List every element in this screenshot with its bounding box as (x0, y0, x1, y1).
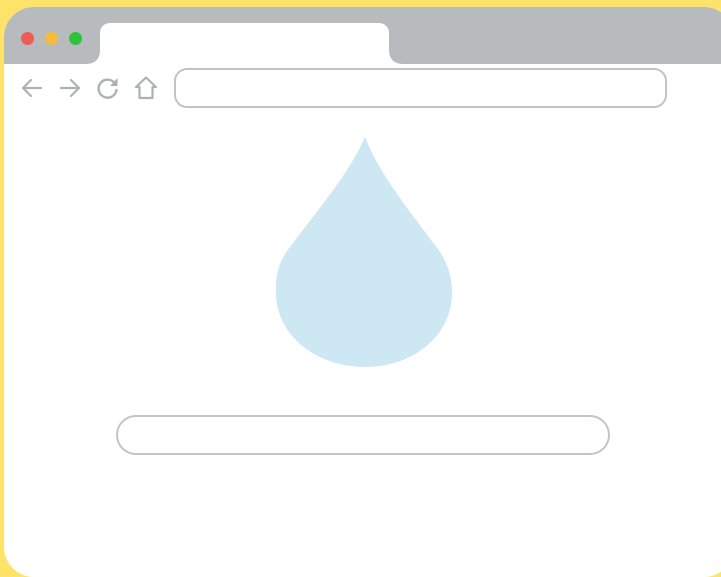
address-bar[interactable] (174, 68, 667, 108)
active-tab[interactable] (88, 23, 401, 68)
forward-button[interactable] (57, 75, 83, 101)
back-arrow-icon (21, 78, 43, 98)
back-button[interactable] (19, 75, 45, 101)
home-icon (134, 76, 158, 100)
text-input[interactable] (116, 415, 610, 455)
water-drop-icon (276, 137, 452, 367)
minimize-window-button[interactable] (45, 32, 58, 45)
close-window-button[interactable] (21, 32, 34, 45)
reload-button[interactable] (95, 75, 121, 101)
zoom-window-button[interactable] (69, 32, 82, 45)
reload-icon (97, 78, 118, 99)
forward-arrow-icon (59, 78, 81, 98)
home-button[interactable] (133, 75, 159, 101)
title-bar (4, 7, 721, 68)
browser-window (4, 7, 721, 577)
